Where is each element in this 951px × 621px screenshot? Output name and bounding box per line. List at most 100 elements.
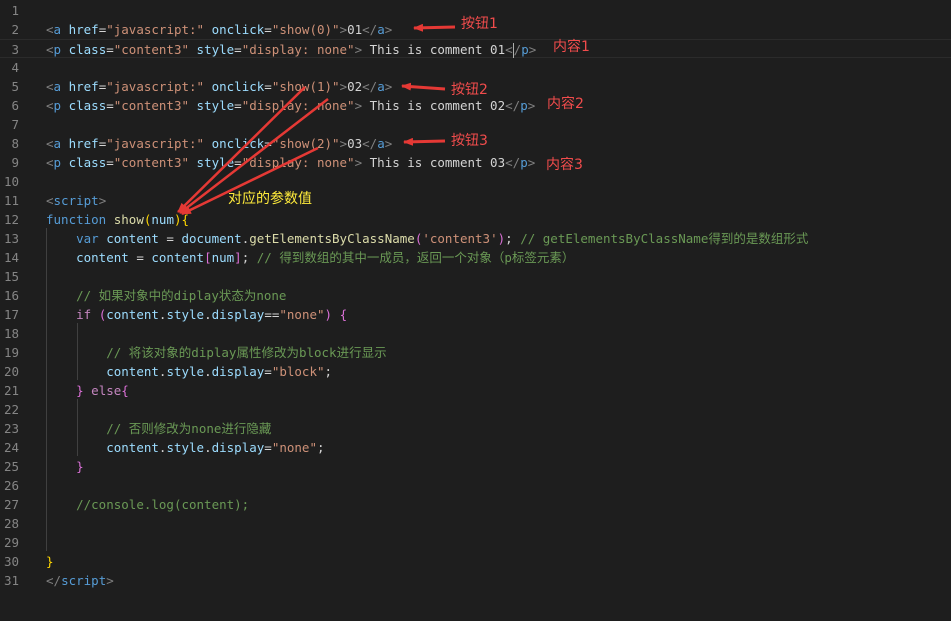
code-line[interactable]: 3 <p class="content3" style="display: non… bbox=[0, 38, 951, 59]
indent-guide bbox=[46, 228, 47, 551]
code-line[interactable]: 23 // 否则修改为none进行隐藏 bbox=[0, 419, 951, 438]
code-token: "javascript:" bbox=[106, 21, 205, 37]
line-number: 8 bbox=[11, 135, 19, 151]
code-token: style bbox=[166, 439, 205, 455]
code-line[interactable]: 26 bbox=[0, 476, 951, 495]
code-token: > bbox=[339, 78, 348, 94]
code-token: "content3" bbox=[113, 97, 190, 113]
code-token: a bbox=[53, 21, 62, 37]
code-token: content bbox=[76, 249, 129, 265]
code-line[interactable]: 18 bbox=[0, 324, 951, 343]
code-text: <p class="content3" style="display: none… bbox=[46, 153, 535, 172]
code-line[interactable]: 4 bbox=[0, 58, 951, 77]
code-line[interactable]: 9 <p class="content3" style="display: non… bbox=[0, 153, 951, 172]
line-number: 31 bbox=[3, 572, 19, 588]
code-line[interactable]: 28 bbox=[0, 514, 951, 533]
code-token: "none" bbox=[279, 306, 325, 322]
line-number: 16 bbox=[3, 287, 19, 303]
code-token: 03 bbox=[347, 135, 363, 151]
code-token: content bbox=[106, 363, 159, 379]
code-line[interactable]: 27 //console.log(content); bbox=[0, 495, 951, 514]
code-token: </ bbox=[505, 97, 521, 113]
annotation-button-3: 按钮3 bbox=[451, 133, 488, 149]
code-line[interactable]: 30} bbox=[0, 552, 951, 571]
code-token: display bbox=[211, 306, 265, 322]
code-token: "show(2)" bbox=[271, 135, 340, 151]
indent-guide bbox=[77, 323, 78, 380]
code-line[interactable]: 7 bbox=[0, 115, 951, 134]
code-token: onclick bbox=[204, 21, 265, 37]
code-line[interactable]: 22 bbox=[0, 400, 951, 419]
code-token: "display: none" bbox=[241, 97, 355, 113]
code-text: content.style.display="block"; bbox=[46, 362, 332, 381]
code-token: class bbox=[61, 154, 107, 170]
code-line[interactable]: 20 content.style.display="block"; bbox=[0, 362, 951, 381]
code-line[interactable]: 14 content = content[num]; // 得到数组的其中一成员… bbox=[0, 248, 951, 267]
line-number: 17 bbox=[3, 306, 19, 322]
line-number: 1 bbox=[11, 2, 19, 18]
code-line[interactable]: 24 content.style.display="none"; bbox=[0, 438, 951, 457]
code-token: // 如果对象中的diplay状态为none bbox=[76, 287, 287, 303]
code-token: p bbox=[521, 41, 529, 57]
code-token: This is comment 02 bbox=[362, 97, 506, 113]
code-token: > bbox=[354, 41, 363, 57]
code-token: = bbox=[106, 97, 114, 113]
code-token: class bbox=[61, 97, 107, 113]
code-token: This is comment 03 bbox=[362, 154, 506, 170]
code-line[interactable]: 11 <script> bbox=[0, 191, 951, 210]
code-token: var bbox=[76, 230, 99, 246]
code-token: } bbox=[46, 553, 54, 569]
code-token: "content3" bbox=[113, 41, 190, 57]
code-token: </ bbox=[505, 154, 521, 170]
code-token: > bbox=[528, 41, 537, 57]
code-token: = bbox=[106, 41, 114, 57]
code-token: > bbox=[339, 135, 348, 151]
code-line[interactable]: 21 } else{ bbox=[0, 381, 951, 400]
code-token: ) bbox=[324, 306, 333, 322]
indent-guide bbox=[77, 399, 78, 456]
code-token: ; bbox=[324, 363, 333, 379]
code-token: = bbox=[106, 154, 114, 170]
code-text: <a href="javascript:" onclick="show(2)">… bbox=[46, 134, 392, 153]
code-token: { bbox=[121, 382, 129, 398]
code-line[interactable]: 19 // 将该对象的diplay属性修改为block进行显示 bbox=[0, 343, 951, 362]
code-token: ; bbox=[241, 249, 257, 265]
code-token: = bbox=[264, 135, 272, 151]
code-token: onclick bbox=[204, 78, 265, 94]
code-token: a bbox=[377, 21, 385, 37]
code-line[interactable]: 16 // 如果对象中的diplay状态为none bbox=[0, 286, 951, 305]
line-number: 14 bbox=[3, 249, 19, 265]
code-line[interactable]: 17 if (content.style.display=="none") { bbox=[0, 305, 951, 324]
code-text: } bbox=[46, 457, 84, 476]
code-token: "display: none" bbox=[241, 154, 355, 170]
code-line[interactable]: 12 function show(num){ bbox=[0, 210, 951, 229]
code-token: "show(1)" bbox=[271, 78, 340, 94]
code-token: style bbox=[189, 154, 235, 170]
line-number: 20 bbox=[3, 363, 19, 379]
code-line[interactable]: 25 } bbox=[0, 457, 951, 476]
code-line[interactable]: 10 bbox=[0, 172, 951, 191]
code-token: function bbox=[46, 211, 107, 227]
code-token: // 将该对象的diplay属性修改为block进行显示 bbox=[106, 344, 387, 360]
code-token: style bbox=[166, 363, 205, 379]
code-text: <p class="content3" style="display: none… bbox=[46, 40, 536, 59]
code-line[interactable]: 13 var content = document.getElementsByC… bbox=[0, 229, 951, 248]
code-text: content.style.display="none"; bbox=[46, 438, 324, 457]
code-token: a bbox=[377, 135, 385, 151]
code-token: href bbox=[61, 78, 99, 94]
code-line[interactable]: 15 bbox=[0, 267, 951, 286]
code-line[interactable]: 31 </script> bbox=[0, 571, 951, 590]
line-number: 25 bbox=[3, 458, 19, 474]
code-token: p bbox=[53, 97, 62, 113]
code-token: == bbox=[264, 306, 280, 322]
code-text: <a href="javascript:" onclick="show(1)">… bbox=[46, 77, 392, 96]
annotation-param-value: 对应的参数值 bbox=[228, 191, 312, 207]
code-token: = bbox=[158, 230, 182, 246]
code-token: 01 bbox=[347, 21, 363, 37]
code-token: onclick bbox=[204, 135, 265, 151]
code-line[interactable]: 29 bbox=[0, 533, 951, 552]
